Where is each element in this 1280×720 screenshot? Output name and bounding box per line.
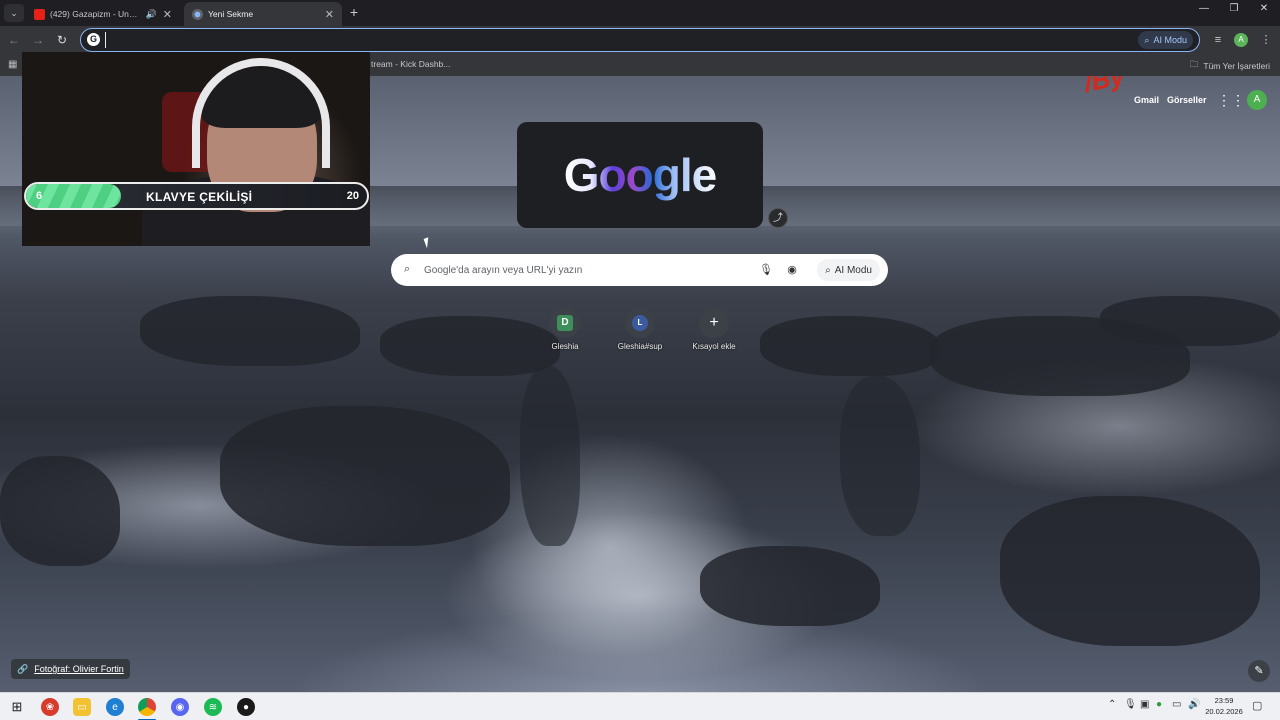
google-doodle[interactable]: Google [517, 122, 763, 228]
background-rock [700, 546, 880, 626]
all-bookmarks-label: Tüm Yer İşaretleri [1203, 61, 1270, 71]
background-rock [140, 296, 360, 366]
forward-button[interactable]: → [30, 32, 46, 48]
app-icon[interactable]: ● [237, 698, 255, 716]
red-tool-icon[interactable]: ❀ [41, 698, 59, 716]
omnibox-ai-mode-button[interactable]: ⌕ AI Modu [1138, 31, 1193, 49]
photo-credit-text: Fotoğraf: Olivier Fortin [34, 664, 124, 674]
restore-button[interactable]: ❐ [1220, 3, 1248, 14]
notification-icon[interactable]: ▢ [1252, 699, 1262, 712]
giveaway-title: KLAVYE ÇEKİLİŞİ [146, 190, 253, 204]
chrome-icon[interactable] [138, 698, 156, 716]
shortcut-label: Gleshia#sup [617, 342, 663, 351]
sparkle-search-icon: ⌕ [1144, 34, 1150, 45]
bookmark-item[interactable]: tream - Kick Dashb... [371, 59, 450, 69]
tab-youtube[interactable]: (429) Gazapizm - Unutulacak 🔊 ✕ [26, 2, 180, 26]
profile-avatar[interactable]: A [1234, 33, 1248, 47]
address-input[interactable] [105, 32, 1105, 48]
add-shortcut-tile: + [699, 308, 729, 338]
discord-icon[interactable]: ◉ [171, 698, 189, 716]
search-icon: ⌕ [404, 263, 411, 275]
close-tab-icon[interactable]: ✕ [163, 8, 172, 21]
add-shortcut[interactable]: + Kısayol ekle [674, 308, 754, 351]
tab-search-button[interactable]: ⌄ [4, 4, 24, 22]
speaker-icon[interactable]: 🔊 [146, 9, 157, 20]
chevron-up-icon[interactable]: ⌃ [1108, 699, 1116, 710]
tab-title: Yeni Sekme [208, 9, 254, 19]
background-rock [0, 456, 120, 566]
back-button[interactable]: ← [6, 32, 22, 48]
microphone-icon[interactable]: 🎙 [1124, 699, 1137, 710]
background-rock [840, 376, 920, 536]
account-avatar[interactable]: A [1247, 90, 1267, 110]
link-icon: 🔗 [17, 663, 29, 674]
background-rock [1000, 496, 1260, 646]
media-control-icon[interactable]: ≡ [1210, 32, 1226, 48]
webcam-overlay [22, 52, 370, 246]
chrome-icon [192, 8, 203, 20]
omnibox[interactable]: G ⌕ AI Modu [80, 28, 1200, 52]
shortcut-tile: L [625, 308, 655, 338]
close-window-button[interactable]: ✕ [1250, 3, 1278, 14]
ntp-search-box[interactable]: ⌕ 🎙 ◉ ⌕ AI Modu [391, 254, 888, 286]
giveaway-start-count: 6 [36, 190, 43, 202]
system-clock[interactable]: 23:59 20.02.2026 [1203, 695, 1245, 717]
all-bookmarks-button[interactable]: 🗀 Tüm Yer İşaretleri [1190, 59, 1270, 73]
folder-icon: 🗀 [1189, 59, 1199, 69]
network-icon[interactable]: ▭ [1172, 699, 1181, 710]
plus-icon: + [709, 314, 719, 331]
youtube-icon [34, 8, 45, 20]
new-tab-button[interactable]: + [346, 4, 362, 20]
google-lens-icon[interactable]: ◉ [784, 262, 800, 278]
tray-app-icon[interactable]: ▣ [1140, 699, 1149, 710]
shortcut-gleshia[interactable]: D Gleshia [525, 308, 605, 351]
background-rock [760, 316, 940, 376]
background-rock [1100, 296, 1280, 346]
giveaway-goal-count: 20 [346, 190, 359, 202]
shortcut-favicon: D [557, 315, 573, 331]
toolbar: ← → ↻ G ⌕ AI Modu ≡ A ⋮ [0, 26, 1280, 54]
ntp-ai-mode-button[interactable]: ⌕ AI Modu [817, 259, 880, 281]
tab-new-tab[interactable]: Yeni Sekme ✕ [184, 2, 342, 26]
shortcut-tile: D [550, 308, 580, 338]
background-rock [220, 406, 510, 546]
chevron-down-icon: ⌄ [10, 7, 18, 18]
shortcut-label: Gleshia [551, 342, 579, 351]
volume-icon[interactable]: 🔊 [1188, 699, 1200, 710]
minimize-button[interactable]: — [1190, 3, 1218, 14]
taskbar: ⊞ ❀ ▭ e ◉ ≋ ● ⌃ 🎙 ▣ ● ▭ 🔊 23:59 20.02.20… [0, 692, 1280, 720]
customize-pencil-icon[interactable]: ✎ [1248, 660, 1270, 682]
ntp-search-input[interactable] [424, 261, 744, 279]
photo-credit-link[interactable]: 🔗 Fotoğraf: Olivier Fortin [11, 659, 130, 679]
clock-date: 20.02.2026 [1205, 707, 1243, 716]
images-link[interactable]: Görseller [1167, 95, 1207, 105]
shortcut-favicon: L [632, 315, 648, 331]
close-tab-icon[interactable]: ✕ [325, 8, 334, 21]
tray-green-icon[interactable]: ● [1156, 699, 1162, 710]
background-rock [520, 366, 580, 546]
by-logo: /By [1081, 76, 1128, 98]
spotify-icon[interactable]: ≋ [204, 698, 222, 716]
headphones-icon [192, 58, 330, 168]
google-icon: G [87, 33, 100, 46]
microphone-icon[interactable]: 🎙 [758, 262, 774, 278]
shortcut-label: Kısayol ekle [692, 342, 736, 351]
share-icon[interactable]: ⤴ [768, 208, 788, 228]
gmail-link[interactable]: Gmail [1134, 95, 1159, 105]
edge-icon[interactable]: e [106, 698, 124, 716]
shortcut-gleshia-sup[interactable]: L Gleshia#sup [600, 308, 680, 351]
ai-mode-label: AI Modu [1153, 35, 1187, 45]
sparkle-search-icon: ⌕ [825, 264, 831, 276]
giveaway-progress-bar: 6 KLAVYE ÇEKİLİŞİ 20 [24, 182, 369, 210]
windows-start-icon[interactable]: ⊞ [8, 698, 26, 716]
file-explorer-icon[interactable]: ▭ [73, 698, 91, 716]
reload-button[interactable]: ↻ [54, 32, 70, 48]
apps-grid-icon[interactable]: ▦ [8, 59, 17, 70]
menu-kebab-icon[interactable]: ⋮ [1258, 32, 1274, 48]
tab-strip: ⌄ (429) Gazapizm - Unutulacak 🔊 ✕ Yeni S… [0, 0, 1280, 26]
clock-time: 23:59 [1214, 696, 1234, 705]
doodle-logo-text: Google [563, 149, 717, 201]
tab-title: (429) Gazapizm - Unutulacak [50, 9, 142, 19]
ai-mode-label: AI Modu [834, 264, 872, 276]
